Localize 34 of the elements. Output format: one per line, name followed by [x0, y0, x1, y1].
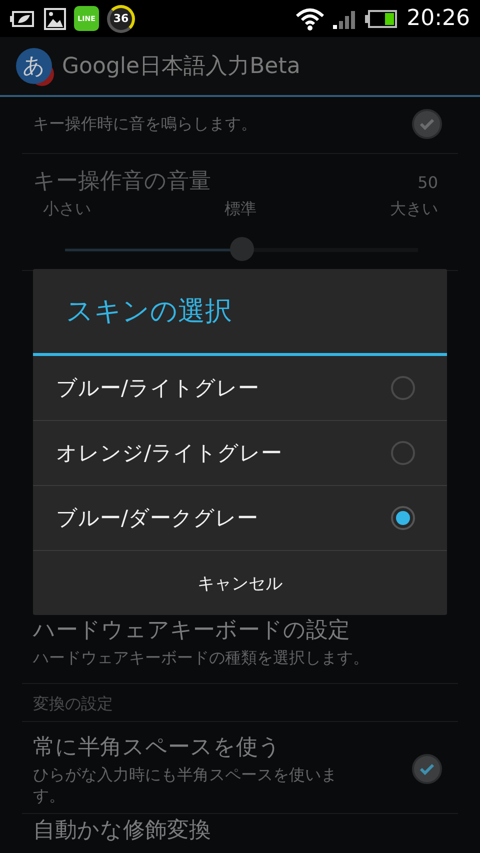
setting-title: キー操作音の音量: [33, 168, 211, 196]
signal-icon: [332, 8, 357, 28]
setting-description: キー操作時に音を鳴らします。: [33, 113, 258, 135]
cancel-button[interactable]: キャンセル: [33, 551, 447, 615]
slider-value: 50: [418, 173, 438, 192]
radio-button[interactable]: [391, 376, 415, 400]
category-header: 変換の設定: [32, 694, 113, 715]
radio-button[interactable]: [391, 441, 415, 465]
setting-title: 自動かな修飾変換: [33, 816, 212, 845]
check-icon: [419, 763, 435, 776]
checkbox[interactable]: [412, 109, 442, 139]
slider-min-label: 小さい: [43, 198, 91, 220]
app-title: Google日本語入力Beta: [62, 53, 300, 81]
setting-description: ハードウェアキーボードの種類を選択します。: [33, 647, 370, 669]
setting-title: ハードウェアキーボードの設定: [33, 617, 351, 645]
checkbox[interactable]: [412, 754, 442, 784]
setting-title: 常に半角スペースを使う: [33, 734, 282, 762]
app-logo: あ: [16, 48, 52, 84]
skin-option[interactable]: ブルー/ライトグレー: [33, 356, 447, 421]
wifi-icon: [294, 6, 325, 30]
slider-thumb[interactable]: [230, 236, 254, 261]
setting-description: ひらがな入力時にも半角スペースを使います。: [33, 764, 338, 807]
radio-button[interactable]: [391, 506, 415, 530]
clock: 20:26: [406, 6, 470, 31]
slider-mid-label: 標準: [224, 198, 256, 220]
image-icon: [44, 8, 66, 30]
skin-option[interactable]: ブルー/ダークグレー: [33, 486, 447, 551]
skin-option[interactable]: オレンジ/ライトグレー: [33, 421, 447, 486]
dialog-title: スキンの選択: [33, 269, 447, 356]
battery-leaf-icon: [10, 10, 36, 28]
counter-badge: 36: [107, 4, 135, 32]
slider-max-label: 大きい: [390, 198, 438, 220]
check-icon: [419, 118, 435, 130]
battery-icon: [364, 10, 397, 28]
